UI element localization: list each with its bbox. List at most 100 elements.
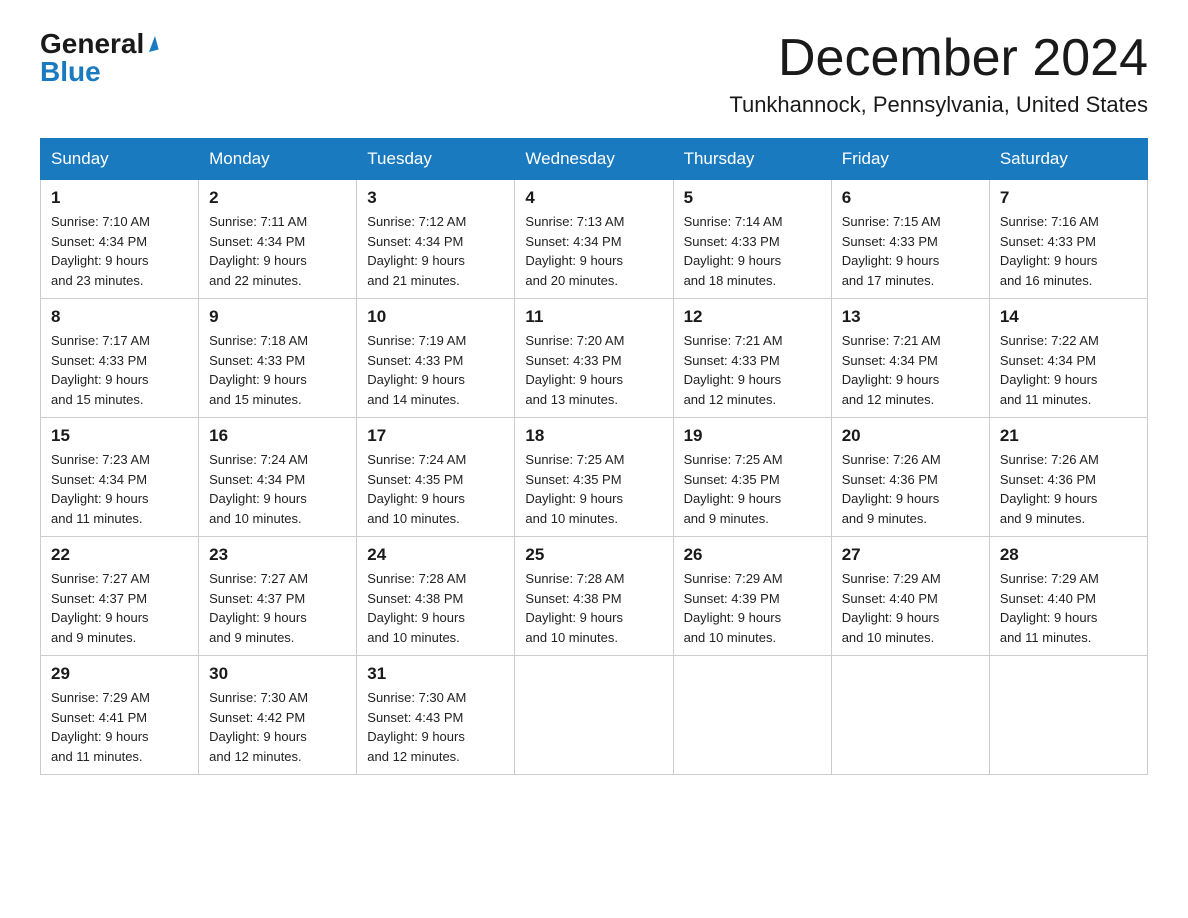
day-number: 23 — [209, 545, 346, 565]
day-info: Sunrise: 7:22 AMSunset: 4:34 PMDaylight:… — [1000, 331, 1137, 409]
day-info: Sunrise: 7:28 AMSunset: 4:38 PMDaylight:… — [525, 569, 662, 647]
calendar-cell: 21 Sunrise: 7:26 AMSunset: 4:36 PMDayligh… — [989, 418, 1147, 537]
calendar-cell: 6 Sunrise: 7:15 AMSunset: 4:33 PMDaylight… — [831, 180, 989, 299]
day-info: Sunrise: 7:27 AMSunset: 4:37 PMDaylight:… — [209, 569, 346, 647]
calendar-cell: 8 Sunrise: 7:17 AMSunset: 4:33 PMDaylight… — [41, 299, 199, 418]
day-number: 10 — [367, 307, 504, 327]
calendar-cell: 18 Sunrise: 7:25 AMSunset: 4:35 PMDayligh… — [515, 418, 673, 537]
weekday-header-tuesday: Tuesday — [357, 139, 515, 180]
day-info: Sunrise: 7:20 AMSunset: 4:33 PMDaylight:… — [525, 331, 662, 409]
weekday-header-saturday: Saturday — [989, 139, 1147, 180]
day-number: 26 — [684, 545, 821, 565]
day-info: Sunrise: 7:29 AMSunset: 4:39 PMDaylight:… — [684, 569, 821, 647]
day-number: 8 — [51, 307, 188, 327]
day-number: 7 — [1000, 188, 1137, 208]
calendar-cell: 15 Sunrise: 7:23 AMSunset: 4:34 PMDayligh… — [41, 418, 199, 537]
calendar-cell: 26 Sunrise: 7:29 AMSunset: 4:39 PMDayligh… — [673, 537, 831, 656]
calendar-cell: 28 Sunrise: 7:29 AMSunset: 4:40 PMDayligh… — [989, 537, 1147, 656]
weekday-header-row: SundayMondayTuesdayWednesdayThursdayFrid… — [41, 139, 1148, 180]
week-row-5: 29 Sunrise: 7:29 AMSunset: 4:41 PMDayligh… — [41, 656, 1148, 775]
day-info: Sunrise: 7:18 AMSunset: 4:33 PMDaylight:… — [209, 331, 346, 409]
weekday-header-friday: Friday — [831, 139, 989, 180]
day-number: 30 — [209, 664, 346, 684]
calendar-cell: 13 Sunrise: 7:21 AMSunset: 4:34 PMDayligh… — [831, 299, 989, 418]
day-info: Sunrise: 7:25 AMSunset: 4:35 PMDaylight:… — [684, 450, 821, 528]
calendar-cell: 22Sunrise: 7:27 AMSunset: 4:37 PMDayligh… — [41, 537, 199, 656]
day-number: 22 — [51, 545, 188, 565]
day-number: 28 — [1000, 545, 1137, 565]
day-info: Sunrise: 7:28 AMSunset: 4:38 PMDaylight:… — [367, 569, 504, 647]
day-info: Sunrise: 7:15 AMSunset: 4:33 PMDaylight:… — [842, 212, 979, 290]
day-number: 5 — [684, 188, 821, 208]
day-info: Sunrise: 7:25 AMSunset: 4:35 PMDaylight:… — [525, 450, 662, 528]
week-row-3: 15 Sunrise: 7:23 AMSunset: 4:34 PMDayligh… — [41, 418, 1148, 537]
day-number: 14 — [1000, 307, 1137, 327]
day-info: Sunrise: 7:29 AMSunset: 4:40 PMDaylight:… — [1000, 569, 1137, 647]
calendar-cell: 31Sunrise: 7:30 AMSunset: 4:43 PMDayligh… — [357, 656, 515, 775]
calendar-cell: 16 Sunrise: 7:24 AMSunset: 4:34 PMDayligh… — [199, 418, 357, 537]
day-info: Sunrise: 7:29 AMSunset: 4:41 PMDaylight:… — [51, 688, 188, 766]
day-number: 21 — [1000, 426, 1137, 446]
calendar-cell — [673, 656, 831, 775]
day-info: Sunrise: 7:16 AMSunset: 4:33 PMDaylight:… — [1000, 212, 1137, 290]
calendar-cell: 5Sunrise: 7:14 AMSunset: 4:33 PMDaylight… — [673, 180, 831, 299]
day-info: Sunrise: 7:21 AMSunset: 4:34 PMDaylight:… — [842, 331, 979, 409]
calendar-cell: 1Sunrise: 7:10 AMSunset: 4:34 PMDaylight… — [41, 180, 199, 299]
calendar-cell — [515, 656, 673, 775]
day-number: 17 — [367, 426, 504, 446]
day-number: 12 — [684, 307, 821, 327]
month-title: December 2024 — [729, 30, 1148, 87]
day-number: 24 — [367, 545, 504, 565]
day-info: Sunrise: 7:26 AMSunset: 4:36 PMDaylight:… — [1000, 450, 1137, 528]
calendar-table: SundayMondayTuesdayWednesdayThursdayFrid… — [40, 138, 1148, 775]
calendar-cell: 29 Sunrise: 7:29 AMSunset: 4:41 PMDayligh… — [41, 656, 199, 775]
day-info: Sunrise: 7:29 AMSunset: 4:40 PMDaylight:… — [842, 569, 979, 647]
day-number: 25 — [525, 545, 662, 565]
calendar-cell: 23 Sunrise: 7:27 AMSunset: 4:37 PMDayligh… — [199, 537, 357, 656]
day-number: 20 — [842, 426, 979, 446]
day-number: 16 — [209, 426, 346, 446]
day-number: 13 — [842, 307, 979, 327]
day-number: 15 — [51, 426, 188, 446]
logo-blue-text: Blue — [40, 58, 101, 86]
day-number: 1 — [51, 188, 188, 208]
week-row-2: 8 Sunrise: 7:17 AMSunset: 4:33 PMDaylight… — [41, 299, 1148, 418]
location-title: Tunkhannock, Pennsylvania, United States — [729, 92, 1148, 118]
day-number: 18 — [525, 426, 662, 446]
day-info: Sunrise: 7:19 AMSunset: 4:33 PMDaylight:… — [367, 331, 504, 409]
day-info: Sunrise: 7:23 AMSunset: 4:34 PMDaylight:… — [51, 450, 188, 528]
logo-triangle-icon — [146, 36, 159, 52]
day-info: Sunrise: 7:24 AMSunset: 4:35 PMDaylight:… — [367, 450, 504, 528]
day-info: Sunrise: 7:17 AMSunset: 4:33 PMDaylight:… — [51, 331, 188, 409]
calendar-cell: 19 Sunrise: 7:25 AMSunset: 4:35 PMDayligh… — [673, 418, 831, 537]
day-info: Sunrise: 7:30 AMSunset: 4:43 PMDaylight:… — [367, 688, 504, 766]
day-info: Sunrise: 7:12 AMSunset: 4:34 PMDaylight:… — [367, 212, 504, 290]
header: General Blue December 2024 Tunkhannock, … — [40, 30, 1148, 118]
calendar-cell: 17 Sunrise: 7:24 AMSunset: 4:35 PMDayligh… — [357, 418, 515, 537]
day-info: Sunrise: 7:24 AMSunset: 4:34 PMDaylight:… — [209, 450, 346, 528]
day-info: Sunrise: 7:13 AMSunset: 4:34 PMDaylight:… — [525, 212, 662, 290]
day-number: 9 — [209, 307, 346, 327]
day-info: Sunrise: 7:30 AMSunset: 4:42 PMDaylight:… — [209, 688, 346, 766]
calendar-cell: 11Sunrise: 7:20 AMSunset: 4:33 PMDayligh… — [515, 299, 673, 418]
week-row-4: 22 Sunrise: 7:27 AMSunset: 4:37 PMDayligh… — [41, 537, 1148, 656]
calendar-cell: 30 Sunrise: 7:30 AMSunset: 4:42 PMDayligh… — [199, 656, 357, 775]
day-number: 6 — [842, 188, 979, 208]
calendar-cell: 20Sunrise: 7:26 AMSunset: 4:36 PMDayligh… — [831, 418, 989, 537]
day-info: Sunrise: 7:21 AMSunset: 4:33 PMDaylight:… — [684, 331, 821, 409]
calendar-cell: 25 Sunrise: 7:28 AMSunset: 4:38 PMDayligh… — [515, 537, 673, 656]
day-number: 27 — [842, 545, 979, 565]
title-area: December 2024 Tunkhannock, Pennsylvania,… — [729, 30, 1148, 118]
calendar-cell: 14 Sunrise: 7:22 AMSunset: 4:34 PMDayligh… — [989, 299, 1147, 418]
logo: General Blue — [40, 30, 157, 86]
day-number: 19 — [684, 426, 821, 446]
weekday-header-monday: Monday — [199, 139, 357, 180]
calendar-cell: 10 Sunrise: 7:19 AMSunset: 4:33 PMDayligh… — [357, 299, 515, 418]
calendar-cell: 7 Sunrise: 7:16 AMSunset: 4:33 PMDaylight… — [989, 180, 1147, 299]
calendar-cell: 2Sunrise: 7:11 AMSunset: 4:34 PMDaylight… — [199, 180, 357, 299]
calendar-cell: 24 Sunrise: 7:28 AMSunset: 4:38 PMDayligh… — [357, 537, 515, 656]
calendar-cell: 3Sunrise: 7:12 AMSunset: 4:34 PMDaylight… — [357, 180, 515, 299]
week-row-1: 1Sunrise: 7:10 AMSunset: 4:34 PMDaylight… — [41, 180, 1148, 299]
day-number: 2 — [209, 188, 346, 208]
day-number: 29 — [51, 664, 188, 684]
